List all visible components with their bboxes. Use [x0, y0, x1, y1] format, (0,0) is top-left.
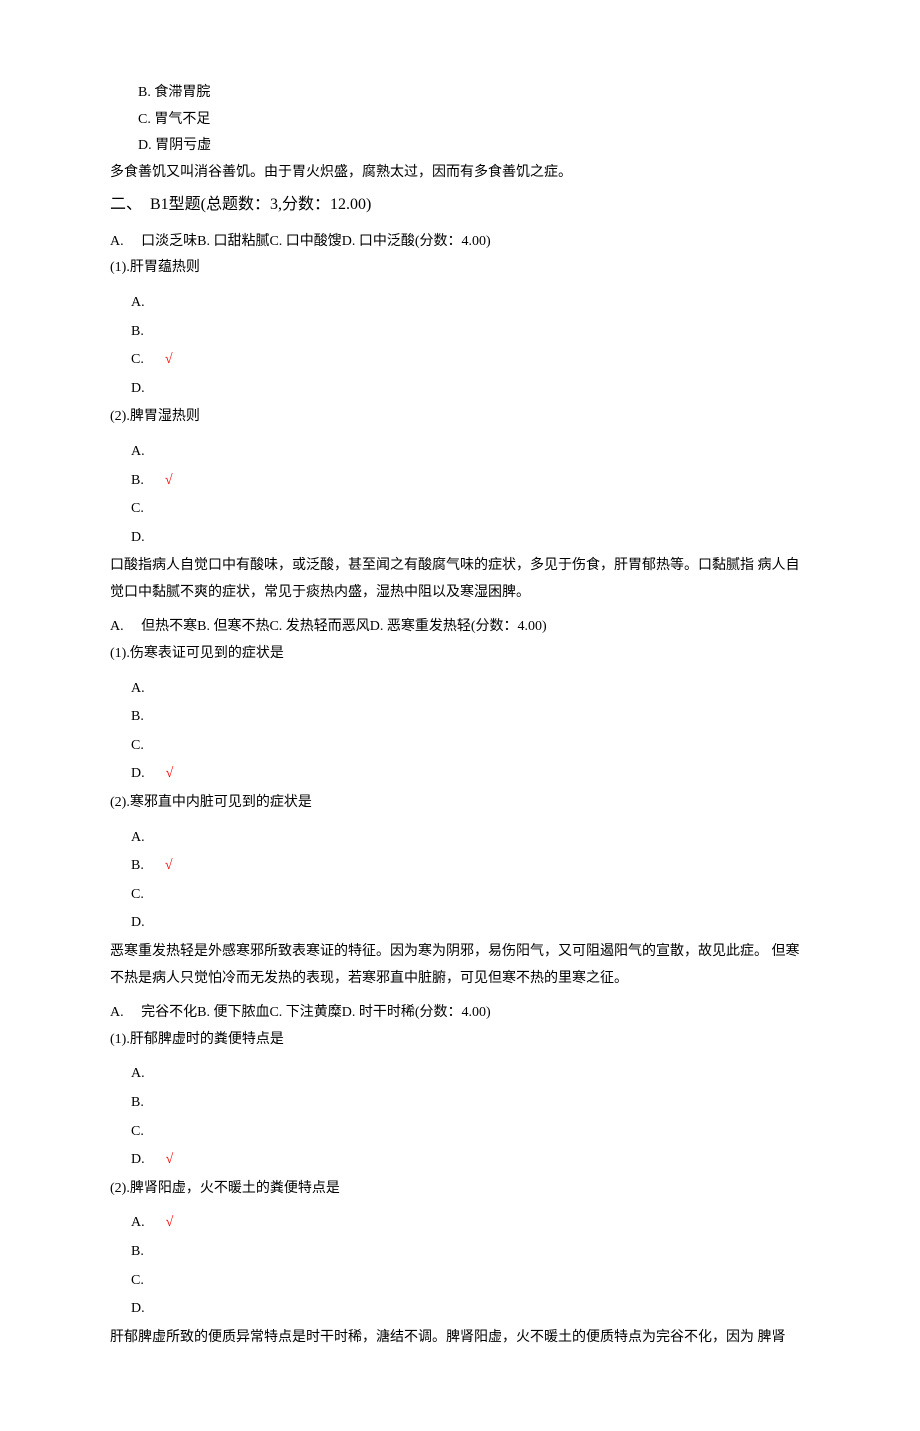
- answer-option: D.: [110, 1296, 810, 1323]
- option-label: C.: [131, 352, 144, 367]
- option-label: C.: [131, 887, 144, 902]
- answer-option: C. √: [110, 347, 810, 374]
- answer-option: D.: [110, 525, 810, 552]
- option-label: B.: [131, 1244, 144, 1259]
- option-label: B.: [131, 473, 144, 488]
- answer-option: C.: [110, 496, 810, 523]
- explanation-text: 口酸指病人自觉口中有酸味，或泛酸，甚至闻之有酸腐气味的症状，多见于伤食，肝胃郁热…: [110, 553, 810, 606]
- answer-option: B.: [110, 1239, 810, 1266]
- check-mark-icon: √: [165, 473, 173, 488]
- check-mark-icon: √: [166, 1215, 174, 1230]
- option-label: D.: [131, 1152, 145, 1167]
- answer-option: A.: [110, 439, 810, 466]
- option-label: B.: [131, 1095, 144, 1110]
- option-label: A.: [131, 1215, 145, 1230]
- explanation-text: 多食善饥又叫消谷善饥。由于胃火炽盛，腐熟太过，因而有多食善饥之症。: [110, 160, 810, 187]
- answer-option: B. √: [110, 853, 810, 880]
- check-mark-icon: √: [165, 352, 173, 367]
- option-label: A.: [131, 681, 145, 696]
- answer-option: A.: [110, 825, 810, 852]
- option-label: D.: [131, 381, 145, 396]
- sub-question: (2).脾胃湿热则: [110, 404, 810, 431]
- option-label: C.: [131, 1273, 144, 1288]
- answer-option: B.: [110, 319, 810, 346]
- check-mark-icon: √: [165, 858, 173, 873]
- option-label: D.: [131, 530, 145, 545]
- answer-option: C.: [110, 1119, 810, 1146]
- sub-question: (1).伤寒表证可见到的症状是: [110, 641, 810, 668]
- option-label: D.: [131, 766, 145, 781]
- answer-option: C.: [110, 733, 810, 760]
- answer-option: B. √: [110, 468, 810, 495]
- answer-option: C.: [110, 882, 810, 909]
- option-label: A.: [131, 295, 145, 310]
- option-label: B.: [131, 324, 144, 339]
- option-label: B.: [131, 858, 144, 873]
- option-label: D.: [131, 1301, 145, 1316]
- answer-option: D. √: [110, 1147, 810, 1174]
- question-stem: A. 口淡乏味B. 口甜粘腻C. 口中酸馊D. 口中泛酸(分数：4.00): [110, 229, 810, 256]
- check-mark-icon: √: [166, 1152, 174, 1167]
- answer-option: C.: [110, 1268, 810, 1295]
- sub-question: (1).肝胃蕴热则: [110, 255, 810, 282]
- explanation-text: 恶寒重发热轻是外感寒邪所致表寒证的特征。因为寒为阴邪，易伤阳气，又可阻遏阳气的宣…: [110, 939, 810, 992]
- explanation-text: 肝郁脾虚所致的便质异常特点是时干时稀，溏结不调。脾肾阳虚，火不暖土的便质特点为完…: [110, 1325, 810, 1352]
- option-label: A.: [131, 830, 145, 845]
- answer-option: A.: [110, 290, 810, 317]
- question-stem: A. 完谷不化B. 便下脓血C. 下注黄糜D. 时干时稀(分数：4.00): [110, 1000, 810, 1027]
- question-stem: A. 但热不寒B. 但寒不热C. 发热轻而恶风D. 恶寒重发热轻(分数：4.00…: [110, 614, 810, 641]
- option-label: C.: [131, 501, 144, 516]
- answer-option: B.: [110, 1090, 810, 1117]
- option-label: C.: [131, 1124, 144, 1139]
- sub-question: (2).寒邪直中内脏可见到的症状是: [110, 790, 810, 817]
- answer-option: D. √: [110, 761, 810, 788]
- answer-option: A.: [110, 676, 810, 703]
- answer-option: B.: [110, 704, 810, 731]
- answer-option: A.: [110, 1061, 810, 1088]
- option-label: A.: [131, 1066, 145, 1081]
- answer-option: B. 食滞胃脘: [110, 80, 810, 107]
- section-header: 二、 B1型题(总题数：3,分数：12.00): [110, 190, 810, 220]
- option-label: D.: [131, 915, 145, 930]
- sub-question: (1).肝郁脾虚时的粪便特点是: [110, 1027, 810, 1054]
- answer-option: D.: [110, 910, 810, 937]
- answer-option: D. 胃阴亏虚: [110, 133, 810, 160]
- answer-option: D.: [110, 376, 810, 403]
- option-label: A.: [131, 444, 145, 459]
- answer-option: C. 胃气不足: [110, 107, 810, 134]
- check-mark-icon: √: [166, 766, 174, 781]
- option-label: B.: [131, 709, 144, 724]
- answer-option: A. √: [110, 1210, 810, 1237]
- sub-question: (2).脾肾阳虚，火不暖土的粪便特点是: [110, 1176, 810, 1203]
- option-label: C.: [131, 738, 144, 753]
